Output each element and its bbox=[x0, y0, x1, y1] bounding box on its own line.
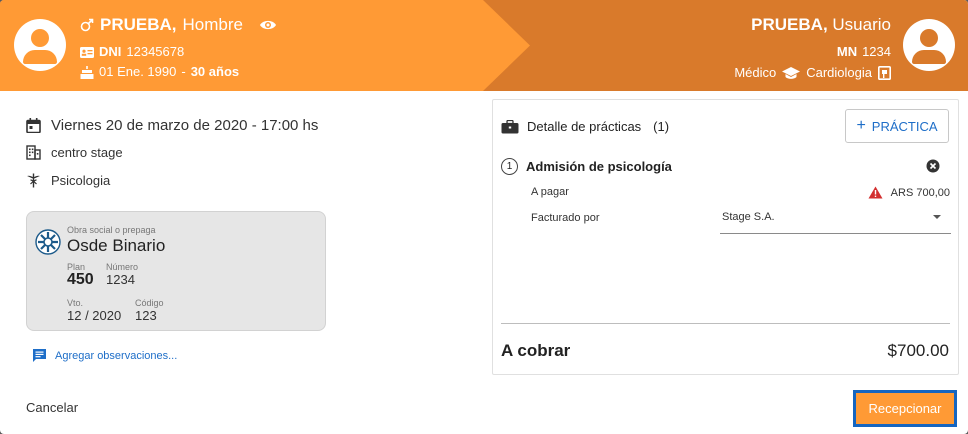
doctor-name: PRUEBA, bbox=[751, 15, 828, 34]
practices-count: (1) bbox=[653, 119, 670, 134]
to-pay-value: ARS 700,00 bbox=[890, 186, 950, 199]
insurance-caption: Obra social o prepaga bbox=[67, 225, 156, 235]
to-pay-row: ARS 700,00 bbox=[868, 186, 950, 199]
insurance-card: Obra social o prepaga Osde Binario Plan … bbox=[26, 211, 326, 331]
caduceus-icon bbox=[27, 173, 40, 188]
practices-panel: Detalle de prácticas (1) + PRÁCTICA 1 Ad… bbox=[492, 99, 959, 375]
appointment-location: centro stage bbox=[51, 145, 123, 160]
total-label: A cobrar bbox=[501, 341, 571, 360]
add-observations-link[interactable]: Agregar observaciones... bbox=[32, 348, 177, 363]
receive-button[interactable]: Recepcionar bbox=[853, 390, 957, 427]
patient-gender: Hombre bbox=[182, 15, 243, 34]
billed-by-value: Stage S.A. bbox=[722, 211, 775, 223]
appointment-location-row: centro stage bbox=[26, 145, 123, 160]
insurance-logo-icon bbox=[35, 229, 61, 255]
birth-date: 01 Ene. 1990 bbox=[99, 64, 177, 79]
plan-value: 450 bbox=[67, 271, 94, 288]
dni-value: 12345678 bbox=[126, 44, 185, 59]
appointment-service-row: Psicologia bbox=[26, 173, 110, 188]
total-value: $700.00 bbox=[887, 341, 949, 360]
doctor-avatar bbox=[903, 19, 955, 71]
badge-icon bbox=[878, 66, 891, 80]
expiry-value: 12 / 2020 bbox=[67, 308, 122, 323]
calendar-icon bbox=[26, 118, 41, 133]
dialog-header: PRUEBA, Hombre DNI 12345678 01 Ene. 1990… bbox=[0, 0, 968, 91]
add-practice-label: PRÁCTICA bbox=[871, 118, 938, 134]
practice-item: 1 Admisión de psicología bbox=[501, 158, 672, 175]
male-icon bbox=[80, 18, 94, 32]
patient-name-row: PRUEBA, Hombre bbox=[80, 15, 277, 35]
to-pay-label: A pagar bbox=[531, 186, 569, 198]
expiry-label: Vto. bbox=[67, 298, 84, 308]
id-card-icon bbox=[80, 46, 94, 58]
eye-icon[interactable] bbox=[259, 18, 277, 32]
practices-title-row: Detalle de prácticas (1) bbox=[501, 119, 669, 134]
building-icon bbox=[26, 145, 41, 160]
patient-avatar bbox=[14, 19, 66, 71]
mn-value: 1234 bbox=[862, 44, 891, 59]
mn-label: MN bbox=[836, 44, 858, 59]
panel-divider bbox=[501, 323, 950, 324]
doctor-specialty: Cardiologia bbox=[806, 65, 872, 80]
number-value: 1234 bbox=[106, 272, 135, 287]
close-circle-icon[interactable] bbox=[926, 159, 940, 173]
warning-icon bbox=[868, 186, 883, 199]
code-label: Código bbox=[135, 298, 164, 308]
appointment-service: Psicologia bbox=[51, 173, 111, 188]
doctor-profession: Médico bbox=[734, 65, 777, 80]
doctor-role: Usuario bbox=[832, 15, 891, 34]
doctor-specialty-row: Médico Cardiologia bbox=[734, 65, 891, 81]
number-label: Número bbox=[106, 262, 139, 272]
chevron-down-icon bbox=[933, 215, 941, 219]
patient-birth-row: 01 Ene. 1990 - 30 años bbox=[80, 64, 239, 80]
doctor-name-row: PRUEBA, Usuario bbox=[751, 15, 891, 35]
billed-by-select[interactable]: Stage S.A. bbox=[720, 206, 951, 234]
practices-title: Detalle de prácticas bbox=[527, 119, 642, 134]
briefcase-icon bbox=[501, 119, 519, 133]
insurance-name: Osde Binario bbox=[67, 236, 166, 255]
add-practice-button[interactable]: + PRÁCTICA bbox=[845, 109, 949, 143]
appointment-datetime: Viernes 20 de marzo de 2020 - 17:00 hs bbox=[51, 117, 319, 134]
doctor-mn-row: MN 1234 bbox=[837, 44, 891, 60]
dni-label: DNI bbox=[99, 44, 122, 59]
plus-icon: + bbox=[856, 117, 866, 134]
appointment-datetime-row: Viernes 20 de marzo de 2020 - 17:00 hs bbox=[26, 117, 318, 134]
billed-by-label: Facturado por bbox=[531, 212, 600, 224]
practice-item-name: Admisión de psicología bbox=[526, 159, 672, 174]
patient-name: PRUEBA, bbox=[100, 15, 177, 34]
cake-icon bbox=[80, 65, 94, 79]
school-icon bbox=[782, 66, 801, 79]
patient-age: 30 años bbox=[190, 64, 240, 79]
code-value: 123 bbox=[135, 308, 157, 323]
reception-dialog: PRUEBA, Hombre DNI 12345678 01 Ene. 1990… bbox=[0, 0, 968, 434]
add-observations-label: Agregar observaciones... bbox=[55, 349, 178, 362]
comment-icon bbox=[33, 349, 46, 362]
practice-item-number: 1 bbox=[501, 158, 518, 175]
patient-dni-row: DNI 12345678 bbox=[80, 44, 184, 60]
cancel-button[interactable]: Cancelar bbox=[26, 400, 78, 415]
